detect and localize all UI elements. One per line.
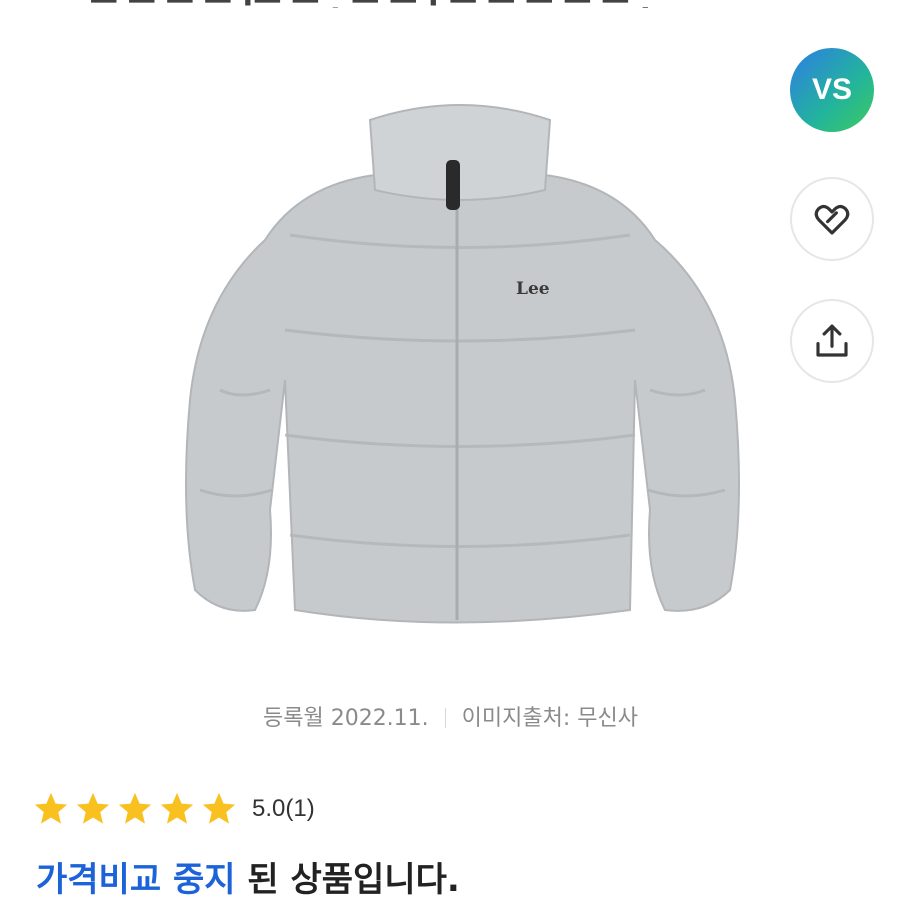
rating[interactable]: 5.0(1) (32, 790, 315, 828)
star-icon (160, 792, 194, 824)
star-icon (34, 792, 68, 824)
price-compare-notice: 가격비교 중지 된 상품입니다. (36, 852, 460, 901)
review-count[interactable]: (1) (285, 795, 314, 822)
image-source: 이미지출처: 무신사 (461, 706, 638, 731)
share-icon (816, 324, 848, 357)
product-image[interactable]: Lee (160, 90, 760, 650)
notice-text: 된 상품입니다. (235, 860, 460, 900)
vs-compare-button[interactable]: VS (790, 48, 874, 132)
share-button[interactable] (790, 299, 874, 383)
notice-highlight: 가격비교 중지 (36, 860, 236, 900)
divider (444, 708, 446, 728)
star-icon (202, 792, 236, 824)
page-title-partial: ㅡ ㅡ ㅡ ㅡ ·ㅡ ㅡ , ㅡ ㅡ · ㅡ ㅡ ㅡ ㅡ ㅡ . (90, 0, 730, 8)
brand-logo: Lee (516, 279, 550, 299)
star-rating (32, 790, 238, 828)
star-icon (76, 792, 110, 824)
star-icon (118, 792, 152, 824)
rating-score: 5.0 (252, 795, 286, 822)
rating-score-text: 5.0(1) (252, 795, 315, 823)
product-meta: 등록월 2022.11. 이미지출처: 무신사 (0, 700, 901, 732)
heart-icon (814, 204, 850, 235)
registered-date: 등록월 2022.11. (262, 706, 429, 731)
wishlist-button[interactable] (790, 177, 874, 261)
